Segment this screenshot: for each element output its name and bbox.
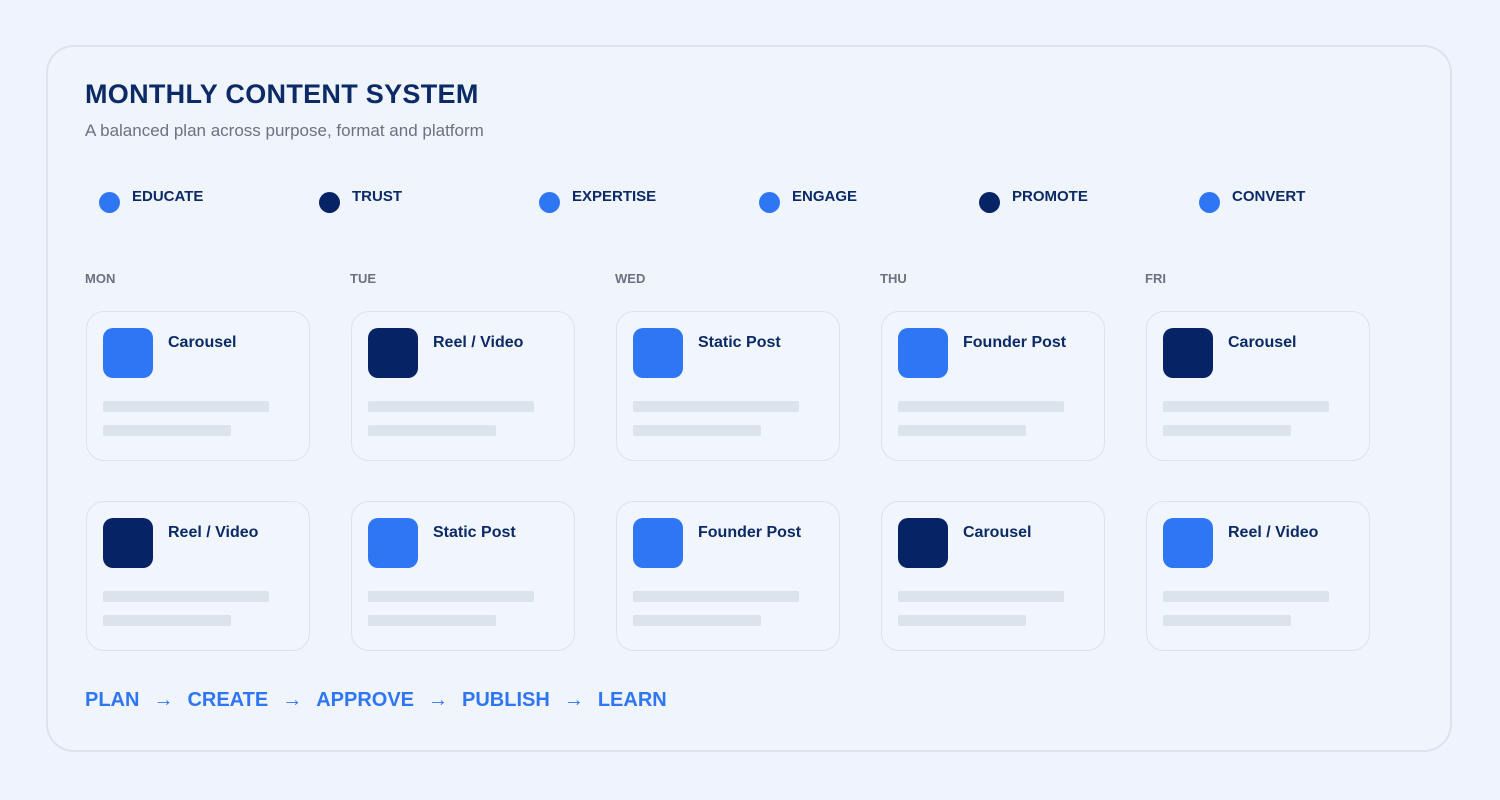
card-title: Reel / Video: [433, 334, 524, 351]
day-label-tue: TUE: [350, 271, 376, 286]
format-icon: [633, 328, 683, 378]
format-icon: [633, 518, 683, 568]
arrow-right-icon: →: [282, 689, 303, 711]
format-icon: [103, 328, 153, 378]
legend-label: PROMOTE: [1012, 187, 1088, 205]
format-icon: [103, 518, 153, 568]
placeholder-line: [368, 401, 534, 412]
legend-dot-icon: [99, 191, 120, 213]
content-card-tue-1[interactable]: Reel / Video: [351, 311, 575, 461]
legend-label: ENGAGE: [792, 187, 858, 205]
legend-dot-icon: [319, 191, 340, 213]
content-card-wed-1[interactable]: Static Post: [616, 311, 840, 461]
content-card-thu-2[interactable]: Carousel: [881, 501, 1105, 651]
placeholder-line: [103, 615, 231, 626]
day-label-fri: FRI: [1145, 271, 1166, 286]
format-icon: [1163, 518, 1213, 568]
card-title: Static Post: [433, 524, 516, 541]
placeholder-line: [898, 615, 1026, 626]
arrow-right-icon: →: [428, 689, 449, 711]
legend-dot-icon: [759, 191, 780, 213]
legend-item-educate: EDUCATE: [99, 186, 204, 213]
card-title: Static Post: [698, 334, 781, 351]
day-label-wed: WED: [615, 271, 646, 286]
legend-label: TRUST: [352, 187, 402, 205]
card-title: Carousel: [963, 524, 1032, 541]
format-icon: [1163, 328, 1213, 378]
placeholder-line: [1163, 615, 1291, 626]
day-label-mon: MON: [85, 271, 116, 286]
placeholder-line: [898, 591, 1064, 602]
placeholder-line: [368, 615, 496, 626]
placeholder-line: [633, 615, 761, 626]
placeholder-line: [1163, 591, 1329, 602]
card-title: Carousel: [1228, 334, 1297, 351]
placeholder-line: [633, 591, 799, 602]
page-title: MONTHLY CONTENT SYSTEM: [85, 79, 479, 109]
legend-label: EXPERTISE: [572, 187, 657, 205]
format-icon: [898, 518, 948, 568]
placeholder-line: [1163, 401, 1329, 412]
placeholder-line: [898, 401, 1064, 412]
legend-item-engage: ENGAGE: [759, 186, 858, 213]
content-card-tue-2[interactable]: Static Post: [351, 501, 575, 651]
content-card-mon-2[interactable]: Reel / Video: [86, 501, 310, 651]
arrow-right-icon: →: [563, 689, 584, 711]
format-icon: [898, 328, 948, 378]
content-card-fri-1[interactable]: Carousel: [1146, 311, 1370, 461]
legend-item-expertise: EXPERTISE: [539, 186, 657, 213]
placeholder-line: [103, 591, 269, 602]
legend-item-promote: PROMOTE: [979, 186, 1088, 213]
card-title: Reel / Video: [168, 524, 259, 541]
workflow-step-approve: APPROVE: [316, 689, 415, 711]
workflow-step-plan: PLAN: [85, 689, 140, 711]
card-title: Founder Post: [963, 334, 1067, 351]
legend-item-trust: TRUST: [319, 186, 402, 213]
page-subtitle: A balanced plan across purpose, format a…: [85, 121, 484, 140]
placeholder-line: [368, 591, 534, 602]
legend-label: EDUCATE: [132, 187, 204, 205]
legend-dot-icon: [1199, 191, 1220, 213]
format-icon: [368, 518, 418, 568]
placeholder-line: [633, 401, 799, 412]
legend-dot-icon: [979, 191, 1000, 213]
content-card-thu-1[interactable]: Founder Post: [881, 311, 1105, 461]
workflow-step-publish: PUBLISH: [462, 689, 550, 711]
card-title: Reel / Video: [1228, 524, 1319, 541]
content-card-wed-2[interactable]: Founder Post: [616, 501, 840, 651]
format-icon: [368, 328, 418, 378]
card-title: Founder Post: [698, 524, 802, 541]
placeholder-line: [1163, 425, 1291, 436]
workflow-step-create: CREATE: [187, 689, 269, 711]
legend-dot-icon: [539, 191, 560, 213]
placeholder-line: [898, 425, 1026, 436]
workflow-steps: PLAN → CREATE → APPROVE → PUBLISH → LEAR…: [85, 689, 667, 712]
placeholder-line: [103, 401, 269, 412]
card-title: Carousel: [168, 334, 237, 351]
legend-label: CONVERT: [1232, 187, 1306, 205]
placeholder-line: [633, 425, 761, 436]
legend-item-convert: CONVERT: [1199, 186, 1306, 213]
arrow-right-icon: →: [153, 689, 174, 711]
content-card-fri-2[interactable]: Reel / Video: [1146, 501, 1370, 651]
day-label-thu: THU: [880, 271, 907, 286]
workflow-step-learn: LEARN: [597, 689, 667, 711]
content-card-mon-1[interactable]: Carousel: [86, 311, 310, 461]
placeholder-line: [103, 425, 231, 436]
placeholder-line: [368, 425, 496, 436]
